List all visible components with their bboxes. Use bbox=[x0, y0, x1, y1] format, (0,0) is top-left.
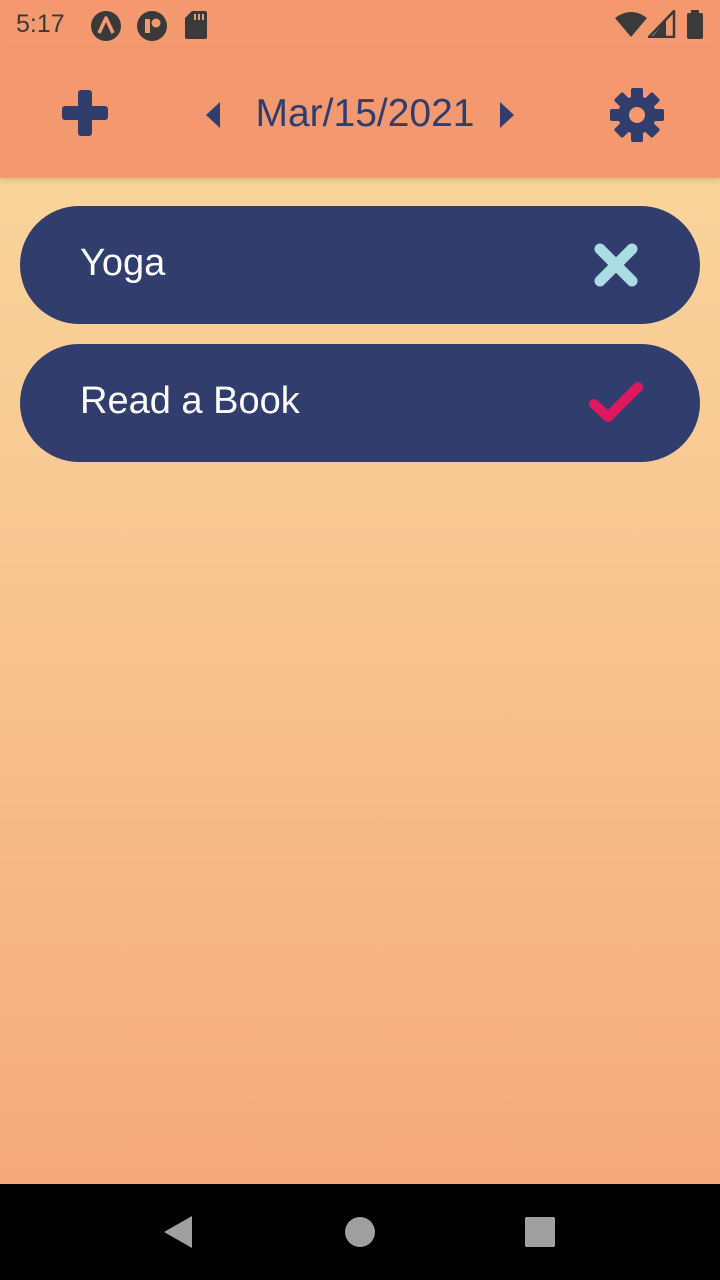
caret-left-icon[interactable] bbox=[202, 100, 224, 130]
caret-right-icon[interactable] bbox=[496, 100, 518, 130]
status-bar: 5:17 bbox=[0, 0, 720, 48]
navigation-bar bbox=[0, 1184, 720, 1280]
status-time: 5:17 bbox=[16, 10, 65, 38]
current-date: Mar/15/2021 bbox=[255, 92, 475, 135]
a-circle-icon bbox=[91, 11, 121, 41]
battery-icon bbox=[687, 10, 703, 39]
d-circle-icon bbox=[137, 11, 167, 41]
close-icon[interactable] bbox=[588, 242, 644, 288]
gear-icon bbox=[610, 88, 664, 142]
task-item[interactable]: Yoga bbox=[20, 206, 700, 324]
task-label: Yoga bbox=[80, 242, 166, 284]
add-task-button[interactable] bbox=[58, 86, 112, 140]
recents-icon[interactable] bbox=[524, 1216, 556, 1248]
back-icon[interactable] bbox=[162, 1214, 194, 1250]
task-label: Read a Book bbox=[80, 380, 300, 422]
plus-icon bbox=[62, 90, 108, 136]
wifi-icon bbox=[615, 12, 647, 37]
app-bar: Mar/15/2021 bbox=[0, 48, 720, 178]
task-item[interactable]: Read a Book bbox=[20, 344, 700, 462]
sd-card-icon bbox=[185, 11, 207, 39]
check-icon[interactable] bbox=[588, 380, 644, 426]
settings-button[interactable] bbox=[608, 86, 666, 144]
signal-icon bbox=[648, 10, 676, 38]
home-icon[interactable] bbox=[344, 1216, 376, 1248]
date-navigator: Mar/15/2021 bbox=[200, 88, 530, 142]
app-screen: 5:17 Mar/15/2021 Yoga Read a Book bbox=[0, 0, 720, 1280]
